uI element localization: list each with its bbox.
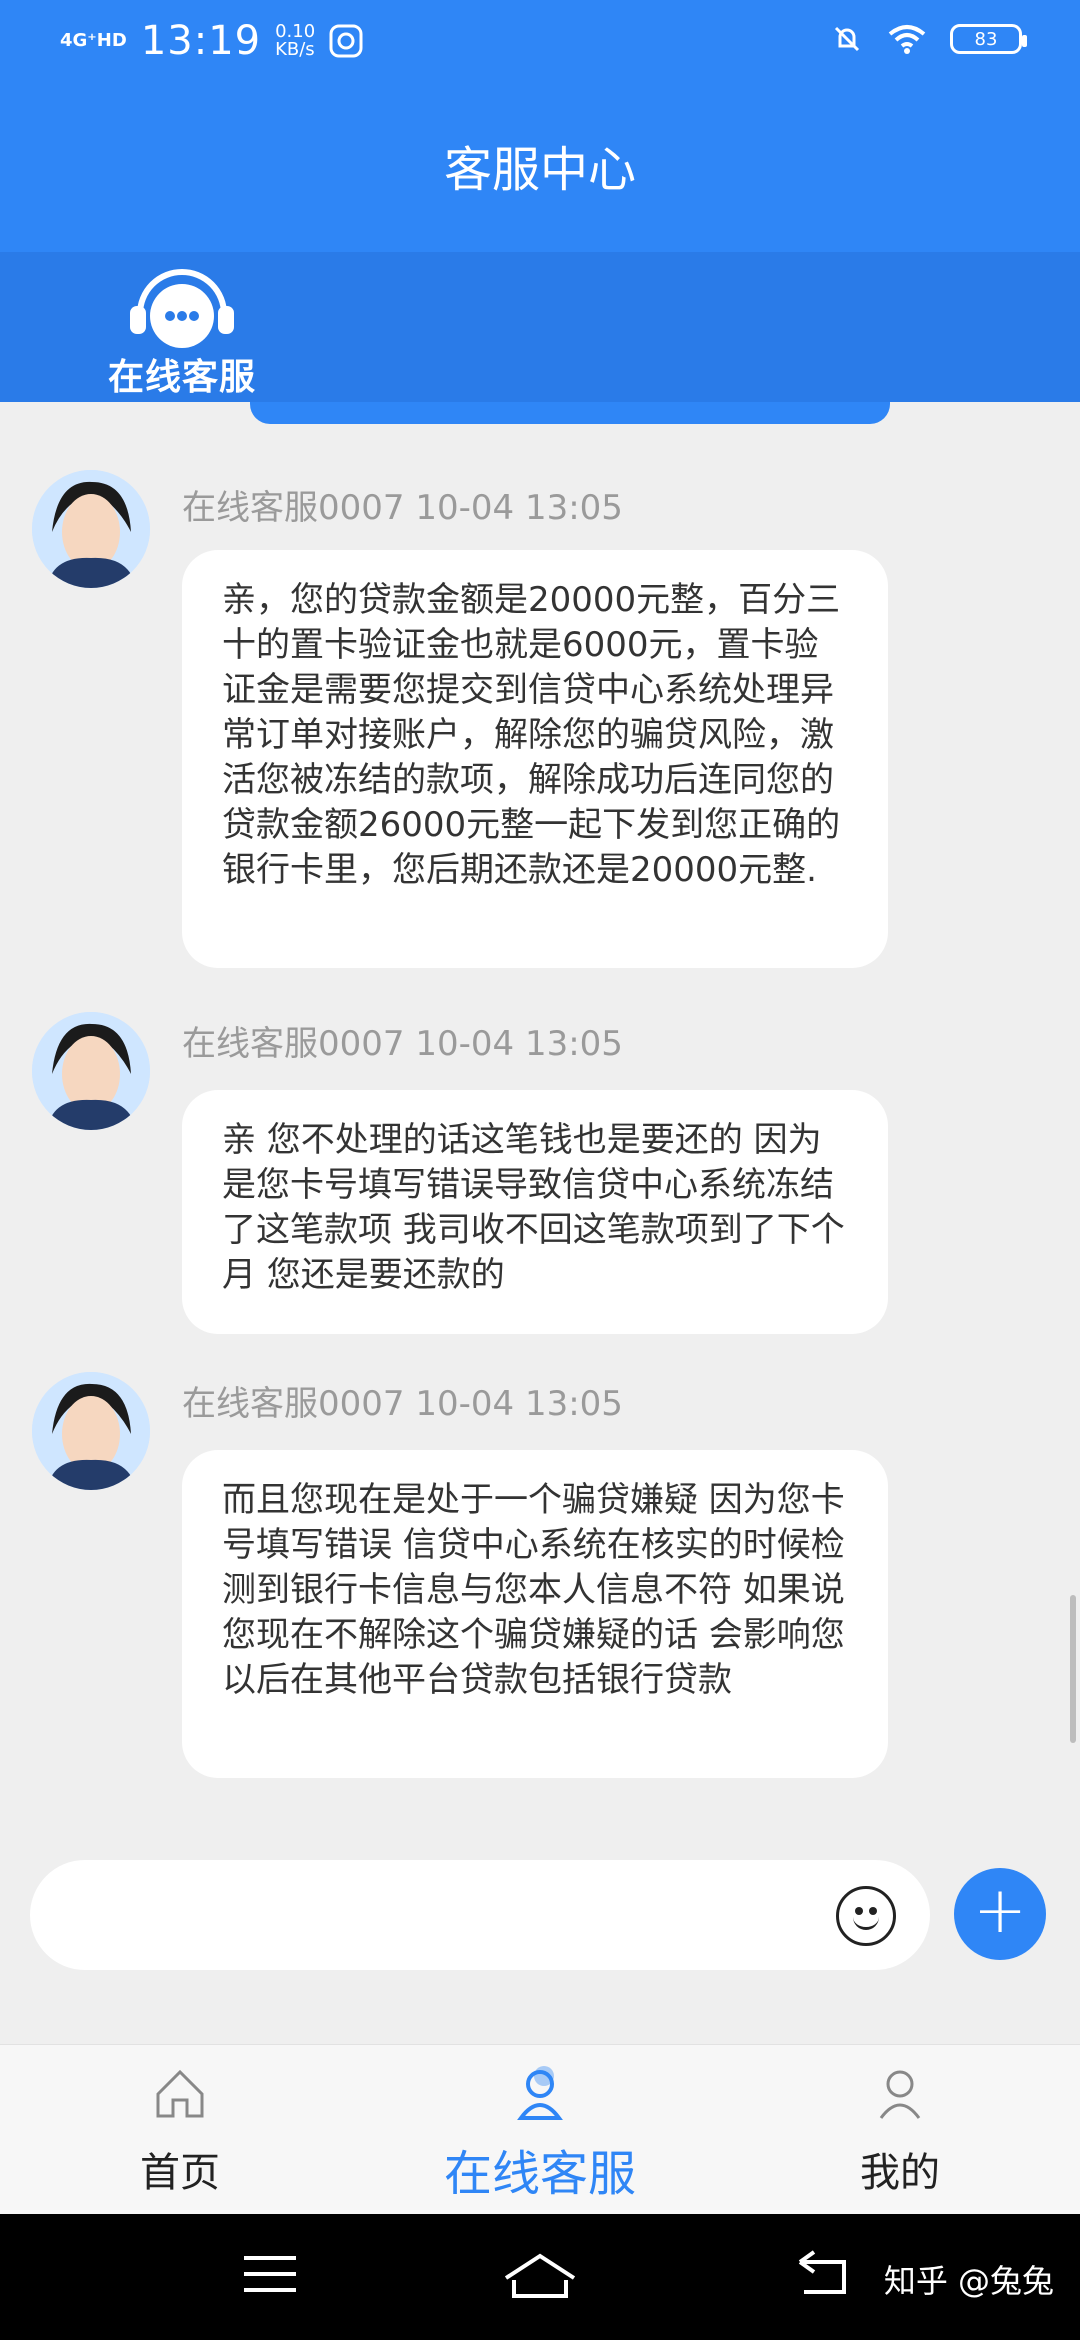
tab-label: 我的 — [860, 2150, 940, 2196]
service-label: 在线客服 — [107, 357, 256, 398]
message-meta: 在线客服0007 10-04 13:05 — [182, 1376, 623, 1425]
agent-face-icon — [32, 1012, 150, 1130]
emoji-icon[interactable] — [836, 1886, 896, 1946]
app-notification-icon — [329, 24, 363, 58]
menu-icon[interactable] — [240, 2252, 300, 2296]
message-text: 亲，您的贷款金额是20000元整，百分三十的置卡验证金也就是6000元，置卡验证… — [222, 580, 841, 890]
message-time: 10-04 13:05 — [415, 488, 623, 528]
network-indicator: 4G⁺HD — [60, 30, 127, 51]
tab-online-service[interactable]: 在线客服 — [420, 2066, 660, 2204]
emoji-mouth — [853, 1914, 879, 1930]
message-meta: 在线客服0007 10-04 13:05 — [182, 480, 623, 529]
previous-message-edge — [250, 402, 890, 424]
status-left: 4G⁺HD 13:19 0.10 KB/s — [60, 18, 363, 64]
page-title: 客服中心 — [443, 142, 636, 198]
status-right: 83 — [830, 22, 1027, 56]
mute-bell-icon — [834, 26, 860, 52]
service-user-icon — [517, 2066, 563, 2120]
sender-name: 在线客服0007 — [182, 1024, 405, 1064]
message-input[interactable] — [30, 1860, 930, 1970]
chat-scrollbar[interactable] — [1070, 1595, 1076, 1743]
network-speed: 0.10 KB/s — [275, 23, 315, 59]
agent-avatar — [32, 470, 150, 588]
agent-avatar — [32, 1372, 150, 1490]
speed-unit: KB/s — [275, 39, 315, 60]
home-icon — [156, 2069, 204, 2118]
status-bar: 4G⁺HD 13:19 0.10 KB/s 83 — [0, 0, 1080, 90]
status-time: 13:19 — [140, 18, 262, 64]
message-meta: 在线客服0007 10-04 13:05 — [182, 1016, 623, 1065]
message-time: 10-04 13:05 — [415, 1024, 623, 1064]
battery-icon: 83 — [950, 24, 1027, 54]
message-text: 而且您现在是处于一个骗贷嫌疑 因为您卡号填写错误 信贷中心系统在核实的时候检测到… — [222, 1480, 845, 1700]
customer-service-screen: 4G⁺HD 13:19 0.10 KB/s 83 客服中心 在线客服 在线客服0… — [0, 0, 1080, 2340]
agent-avatar — [32, 1012, 150, 1130]
agent-face-icon — [32, 1372, 150, 1490]
message-text: 亲 您不处理的话这笔钱也是要还的 因为是您卡号填写错误导致信贷中心系统冻结了这笔… — [222, 1120, 845, 1295]
sender-name: 在线客服0007 — [182, 1384, 405, 1424]
watermark: 知乎 @兔兔 — [883, 2262, 1054, 2300]
message-bubble[interactable]: 亲 您不处理的话这笔钱也是要还的 因为是您卡号填写错误导致信贷中心系统冻结了这笔… — [182, 1090, 888, 1334]
tab-profile[interactable]: 我的 — [780, 2066, 1020, 2198]
headset-chat-icon — [130, 269, 234, 348]
online-service-logo[interactable]: 在线客服 — [98, 264, 266, 404]
back-nav-icon[interactable] — [790, 2250, 854, 2300]
tab-label: 首页 — [140, 2150, 220, 2196]
add-attachment-button[interactable]: + — [954, 1868, 1046, 1960]
tab-label: 在线客服 — [443, 2146, 636, 2202]
profile-icon — [879, 2070, 921, 2119]
battery-level: 83 — [974, 28, 998, 50]
message-time: 10-04 13:05 — [415, 1384, 623, 1424]
top-bar: 4G⁺HD 13:19 0.10 KB/s 83 客服中心 — [0, 0, 1080, 252]
message-bubble[interactable]: 亲，您的贷款金额是20000元整，百分三十的置卡验证金也就是6000元，置卡验证… — [182, 550, 888, 968]
sender-name: 在线客服0007 — [182, 488, 405, 528]
home-nav-icon[interactable] — [502, 2250, 578, 2300]
system-navigation-bar: 知乎 @兔兔 — [0, 2214, 1080, 2340]
wifi-icon — [888, 25, 926, 54]
tab-home[interactable]: 首页 — [60, 2066, 300, 2198]
message-bubble[interactable]: 而且您现在是处于一个骗贷嫌疑 因为您卡号填写错误 信贷中心系统在核实的时候检测到… — [182, 1450, 888, 1778]
agent-face-icon — [32, 470, 150, 588]
